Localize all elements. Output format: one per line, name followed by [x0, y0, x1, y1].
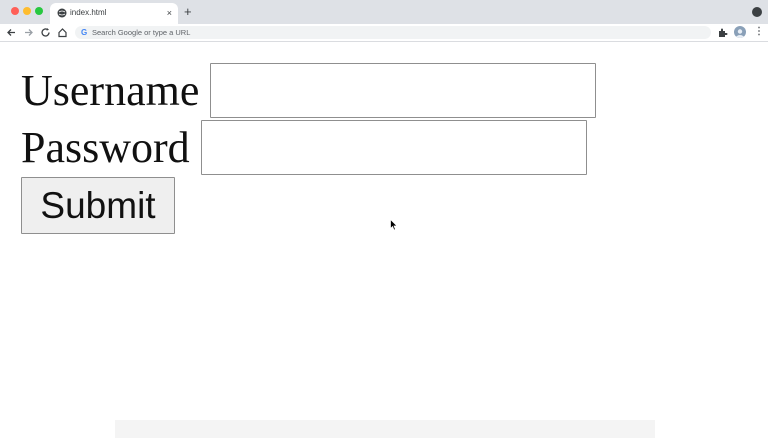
profile-avatar[interactable]	[734, 26, 746, 38]
home-icon[interactable]	[56, 26, 69, 39]
maximize-window-button[interactable]	[35, 7, 43, 15]
minimize-window-button[interactable]	[23, 7, 31, 15]
tab-close-icon[interactable]: ×	[167, 7, 172, 19]
user-icon	[735, 29, 745, 38]
google-icon: G	[81, 28, 88, 37]
forward-arrow-icon[interactable]	[22, 26, 35, 39]
browser-toolbar: G Search Google or type a URL ⋮	[0, 24, 768, 42]
username-row: Username	[21, 62, 597, 119]
submit-button[interactable]: Submit	[21, 177, 175, 234]
address-bar[interactable]: G Search Google or type a URL	[75, 26, 711, 39]
tab-strip: index.html × +	[0, 0, 768, 24]
password-row: Password	[21, 119, 587, 176]
tab-search-icon[interactable]	[752, 7, 762, 17]
address-bar-placeholder: Search Google or type a URL	[92, 28, 191, 37]
password-input[interactable]	[200, 120, 587, 175]
page-content: Username Password Submit	[0, 42, 768, 438]
username-input[interactable]	[210, 63, 597, 118]
bottom-bar	[115, 420, 655, 438]
globe-icon	[57, 8, 67, 18]
browser-menu-icon[interactable]: ⋮	[754, 25, 764, 39]
browser-window: index.html × + G Search Google or type a…	[0, 0, 768, 438]
tab-title: index.html	[70, 8, 107, 17]
mouse-pointer-icon	[390, 219, 398, 231]
back-arrow-icon[interactable]	[5, 26, 18, 39]
tab-index-html[interactable]: index.html ×	[50, 3, 178, 24]
close-window-button[interactable]	[11, 7, 19, 15]
reload-icon[interactable]	[39, 26, 52, 39]
extensions-puzzle-icon[interactable]	[717, 27, 728, 38]
password-label: Password	[21, 123, 190, 172]
new-tab-button[interactable]: +	[184, 4, 192, 20]
username-label: Username	[21, 66, 200, 115]
